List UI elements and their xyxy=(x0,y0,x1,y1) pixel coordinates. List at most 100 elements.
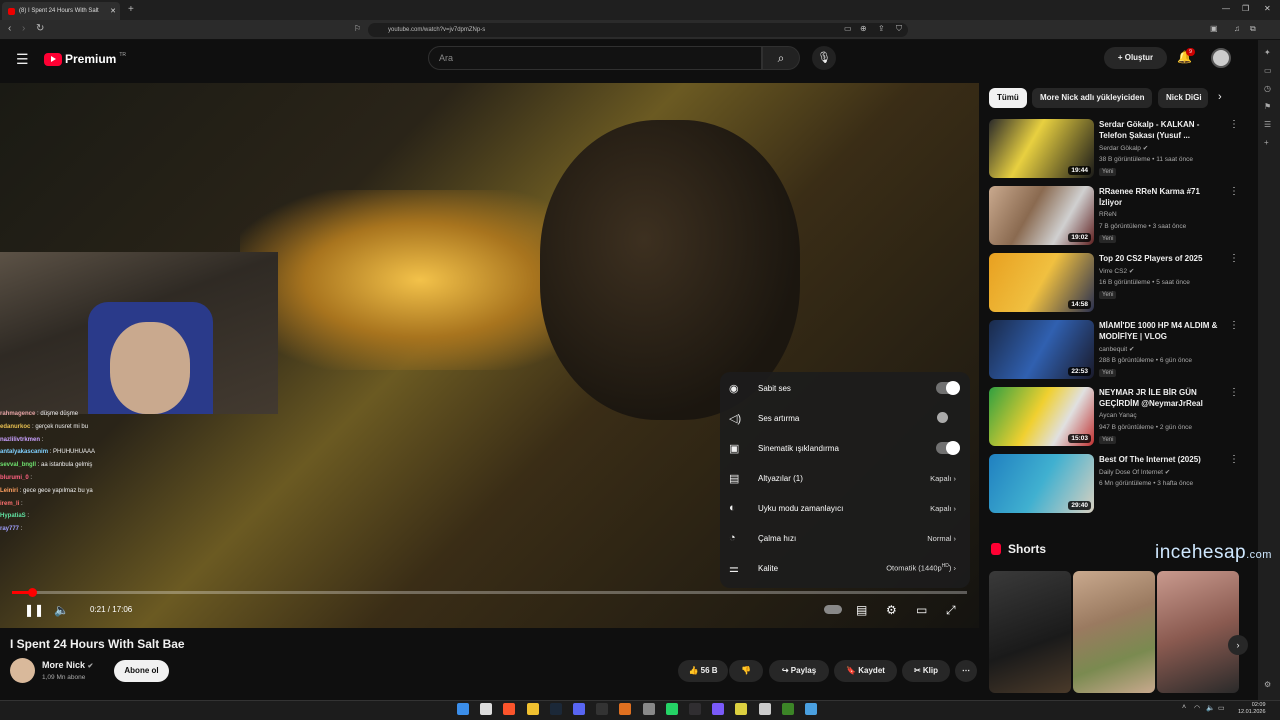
minimize-icon[interactable]: — xyxy=(1222,4,1230,13)
save-button[interactable]: 🔖 Kaydet xyxy=(834,660,897,682)
zoom-icon[interactable]: ⊕ xyxy=(860,24,867,33)
video-title[interactable]: Best Of The Internet (2025) xyxy=(1099,454,1224,465)
settings-row-playback-speed[interactable]: ◔ Çalma hızı Normal › xyxy=(720,523,970,553)
sidebar-settings-icon[interactable]: ⚙ xyxy=(1264,680,1271,689)
search-button[interactable]: ⌕ xyxy=(762,46,800,70)
subscribe-button[interactable]: Abone ol xyxy=(114,660,169,682)
recommended-video[interactable]: 19:44 Serdar Gökalp - KALKAN - Telefon Şa… xyxy=(989,119,1249,181)
tray-wifi-icon[interactable]: ◠ xyxy=(1194,704,1200,712)
channel-name[interactable]: canbequit ✔ xyxy=(1099,345,1134,353)
fullscreen-icon[interactable]: ⤢ xyxy=(946,603,956,618)
taskbar-minecraft-icon[interactable] xyxy=(781,703,794,715)
search-input[interactable]: Ara xyxy=(428,46,762,70)
settings-row-stable-volume[interactable]: ◉ Sabit ses xyxy=(720,373,970,403)
chip-related[interactable]: Nick DiGi xyxy=(1158,88,1208,108)
tray-battery-icon[interactable]: ▭ xyxy=(1218,704,1225,712)
share-button[interactable]: ↪ Paylaş xyxy=(769,660,829,682)
close-tab-icon[interactable]: ✕ xyxy=(110,7,116,15)
short-thumbnail[interactable] xyxy=(989,571,1071,693)
settings-row-quality[interactable]: ⚌ Kalite Otomatik (1440pHD) › xyxy=(720,553,970,583)
browser-tab[interactable]: (8) I Spent 24 Hours With Salt ✕ xyxy=(2,2,120,20)
sidebar-ai-icon[interactable]: ✦ xyxy=(1264,48,1271,57)
video-title[interactable]: NEYMAR JR İLE BİR GÜN GEÇİRDİM @NeymarJr… xyxy=(1099,387,1224,409)
settings-toggle[interactable] xyxy=(936,441,960,455)
settings-toggle[interactable] xyxy=(936,381,960,395)
music-icon[interactable]: ♫ xyxy=(1234,24,1240,33)
autoplay-toggle[interactable] xyxy=(824,605,842,614)
recommended-video[interactable]: 14:58 Top 20 CS2 Players of 2025 Virre CS2… xyxy=(989,253,1249,315)
wallet-icon[interactable]: ▣ xyxy=(1210,24,1218,33)
share-page-icon[interactable]: ⇪ xyxy=(878,24,885,33)
video-title[interactable]: RRaenee RReN Karma #71 İzliyor xyxy=(1099,186,1224,208)
more-vertical-icon[interactable]: ⋮ xyxy=(1229,253,1239,264)
taskbar-brave-icon[interactable] xyxy=(503,703,516,715)
channel-name[interactable]: Serdar Gökalp ✔ xyxy=(1099,144,1148,152)
sidebar-reading-icon[interactable]: ☰ xyxy=(1264,120,1271,129)
taskbar-app-icon[interactable] xyxy=(735,703,748,715)
short-thumbnail[interactable] xyxy=(1157,571,1239,693)
recommended-video[interactable]: 29:40 Best Of The Internet (2025) Daily Do… xyxy=(989,454,1249,516)
settings-row-subtitles[interactable]: ▤ Altyazılar (1) Kapalı › xyxy=(720,463,970,493)
volume-icon[interactable]: 🔈 xyxy=(54,603,69,617)
video-title[interactable]: Top 20 CS2 Players of 2025 xyxy=(1099,253,1224,264)
new-tab-icon[interactable]: + xyxy=(128,4,134,15)
recommended-video[interactable]: 19:02 RRaenee RReN Karma #71 İzliyor RReN 7… xyxy=(989,186,1249,248)
recommended-video[interactable]: 15:03 NEYMAR JR İLE BİR GÜN GEÇİRDİM @Ney… xyxy=(989,387,1249,449)
settings-row-sleep-timer[interactable]: ◐ Uyku modu zamanlayıcı Kapalı › xyxy=(720,493,970,523)
dislike-button[interactable]: 👎 xyxy=(729,660,763,682)
chip-all[interactable]: Tümü xyxy=(989,88,1027,108)
taskbar-start-icon[interactable] xyxy=(457,703,469,715)
taskbar-obs-icon[interactable] xyxy=(689,703,701,715)
video-thumbnail[interactable]: 19:44 xyxy=(989,119,1094,178)
tray-volume-icon[interactable]: 🔈 xyxy=(1206,704,1215,712)
more-vertical-icon[interactable]: ⋮ xyxy=(1229,320,1239,331)
settings-toggle[interactable] xyxy=(936,412,960,424)
shorts-next-icon[interactable]: › xyxy=(1228,635,1248,655)
account-avatar[interactable] xyxy=(1211,48,1231,68)
restore-icon[interactable]: ❐ xyxy=(1242,4,1249,13)
channel-avatar[interactable] xyxy=(10,658,35,683)
extensions-icon[interactable]: ⧉ xyxy=(1250,24,1256,34)
youtube-premium-logo[interactable]: Premium TR xyxy=(44,52,126,66)
taskbar-discord-icon[interactable] xyxy=(573,703,585,715)
taskbar-settings-icon[interactable] xyxy=(642,703,655,715)
more-vertical-icon[interactable]: ⋮ xyxy=(1229,387,1239,398)
sidebar-history-icon[interactable]: ◷ xyxy=(1264,84,1271,93)
chip-from-uploader[interactable]: More Nick adlı yükleyiciden xyxy=(1032,88,1153,108)
channel-name[interactable]: Virre CS2 ✔ xyxy=(1099,267,1134,275)
url-field[interactable]: youtube.com/watch?v=jv7dpmZNp-s xyxy=(368,23,908,37)
create-button[interactable]: + Oluştur xyxy=(1104,47,1167,69)
theater-mode-icon[interactable]: ▭ xyxy=(916,603,927,617)
more-vertical-icon[interactable]: ⋮ xyxy=(1229,186,1239,197)
reload-icon[interactable]: ↻ xyxy=(36,23,44,34)
taskbar-epic-icon[interactable] xyxy=(596,703,609,715)
video-thumbnail[interactable]: 15:03 xyxy=(989,387,1094,446)
shield-icon[interactable]: ⛉ xyxy=(896,24,902,34)
recommended-video[interactable]: 22:53 MİAMİ'DE 1000 HP M4 ALDIM & MODİFİY… xyxy=(989,320,1249,382)
menu-icon[interactable]: ☰ xyxy=(16,51,29,68)
video-thumbnail[interactable]: 19:02 xyxy=(989,186,1094,245)
sidebar-bookmarks-icon[interactable]: ⚑ xyxy=(1264,102,1271,111)
channel-name[interactable]: Daily Dose Of Internet ✔ xyxy=(1099,468,1170,476)
sidebar-tabs-icon[interactable]: ▭ xyxy=(1264,66,1272,75)
bookmark-icon[interactable]: ⚐ xyxy=(354,24,361,33)
video-thumbnail[interactable]: 14:58 xyxy=(989,253,1094,312)
more-vertical-icon[interactable]: ⋮ xyxy=(1229,119,1239,130)
like-button[interactable]: 👍 56 B xyxy=(678,660,728,682)
channel-name[interactable]: Aycan Yanaç xyxy=(1099,412,1137,419)
channel-name[interactable]: RReN xyxy=(1099,211,1117,218)
more-vertical-icon[interactable]: ⋮ xyxy=(1229,454,1239,465)
taskbar-app-icon[interactable] xyxy=(619,703,632,715)
tray-chevron-up-icon[interactable]: ˄ xyxy=(1182,704,1186,711)
settings-gear-icon[interactable]: ⚙ xyxy=(886,603,897,617)
taskbar-app-icon[interactable] xyxy=(712,703,725,715)
subtitles-button-icon[interactable]: ▤ xyxy=(856,603,867,617)
voice-search-button[interactable]: 🎙 xyxy=(812,46,836,70)
taskbar-steam-icon[interactable] xyxy=(549,703,562,715)
pause-icon[interactable]: ❚❚ xyxy=(24,603,44,617)
video-title[interactable]: Serdar Gökalp - KALKAN - Telefon Şakası … xyxy=(1099,119,1224,141)
channel-name[interactable]: More Nick ✔ xyxy=(42,660,93,670)
forward-icon[interactable]: › xyxy=(22,23,25,34)
taskbar-whatsapp-icon[interactable] xyxy=(665,703,678,715)
more-actions-button[interactable]: ⋯ xyxy=(955,660,977,682)
